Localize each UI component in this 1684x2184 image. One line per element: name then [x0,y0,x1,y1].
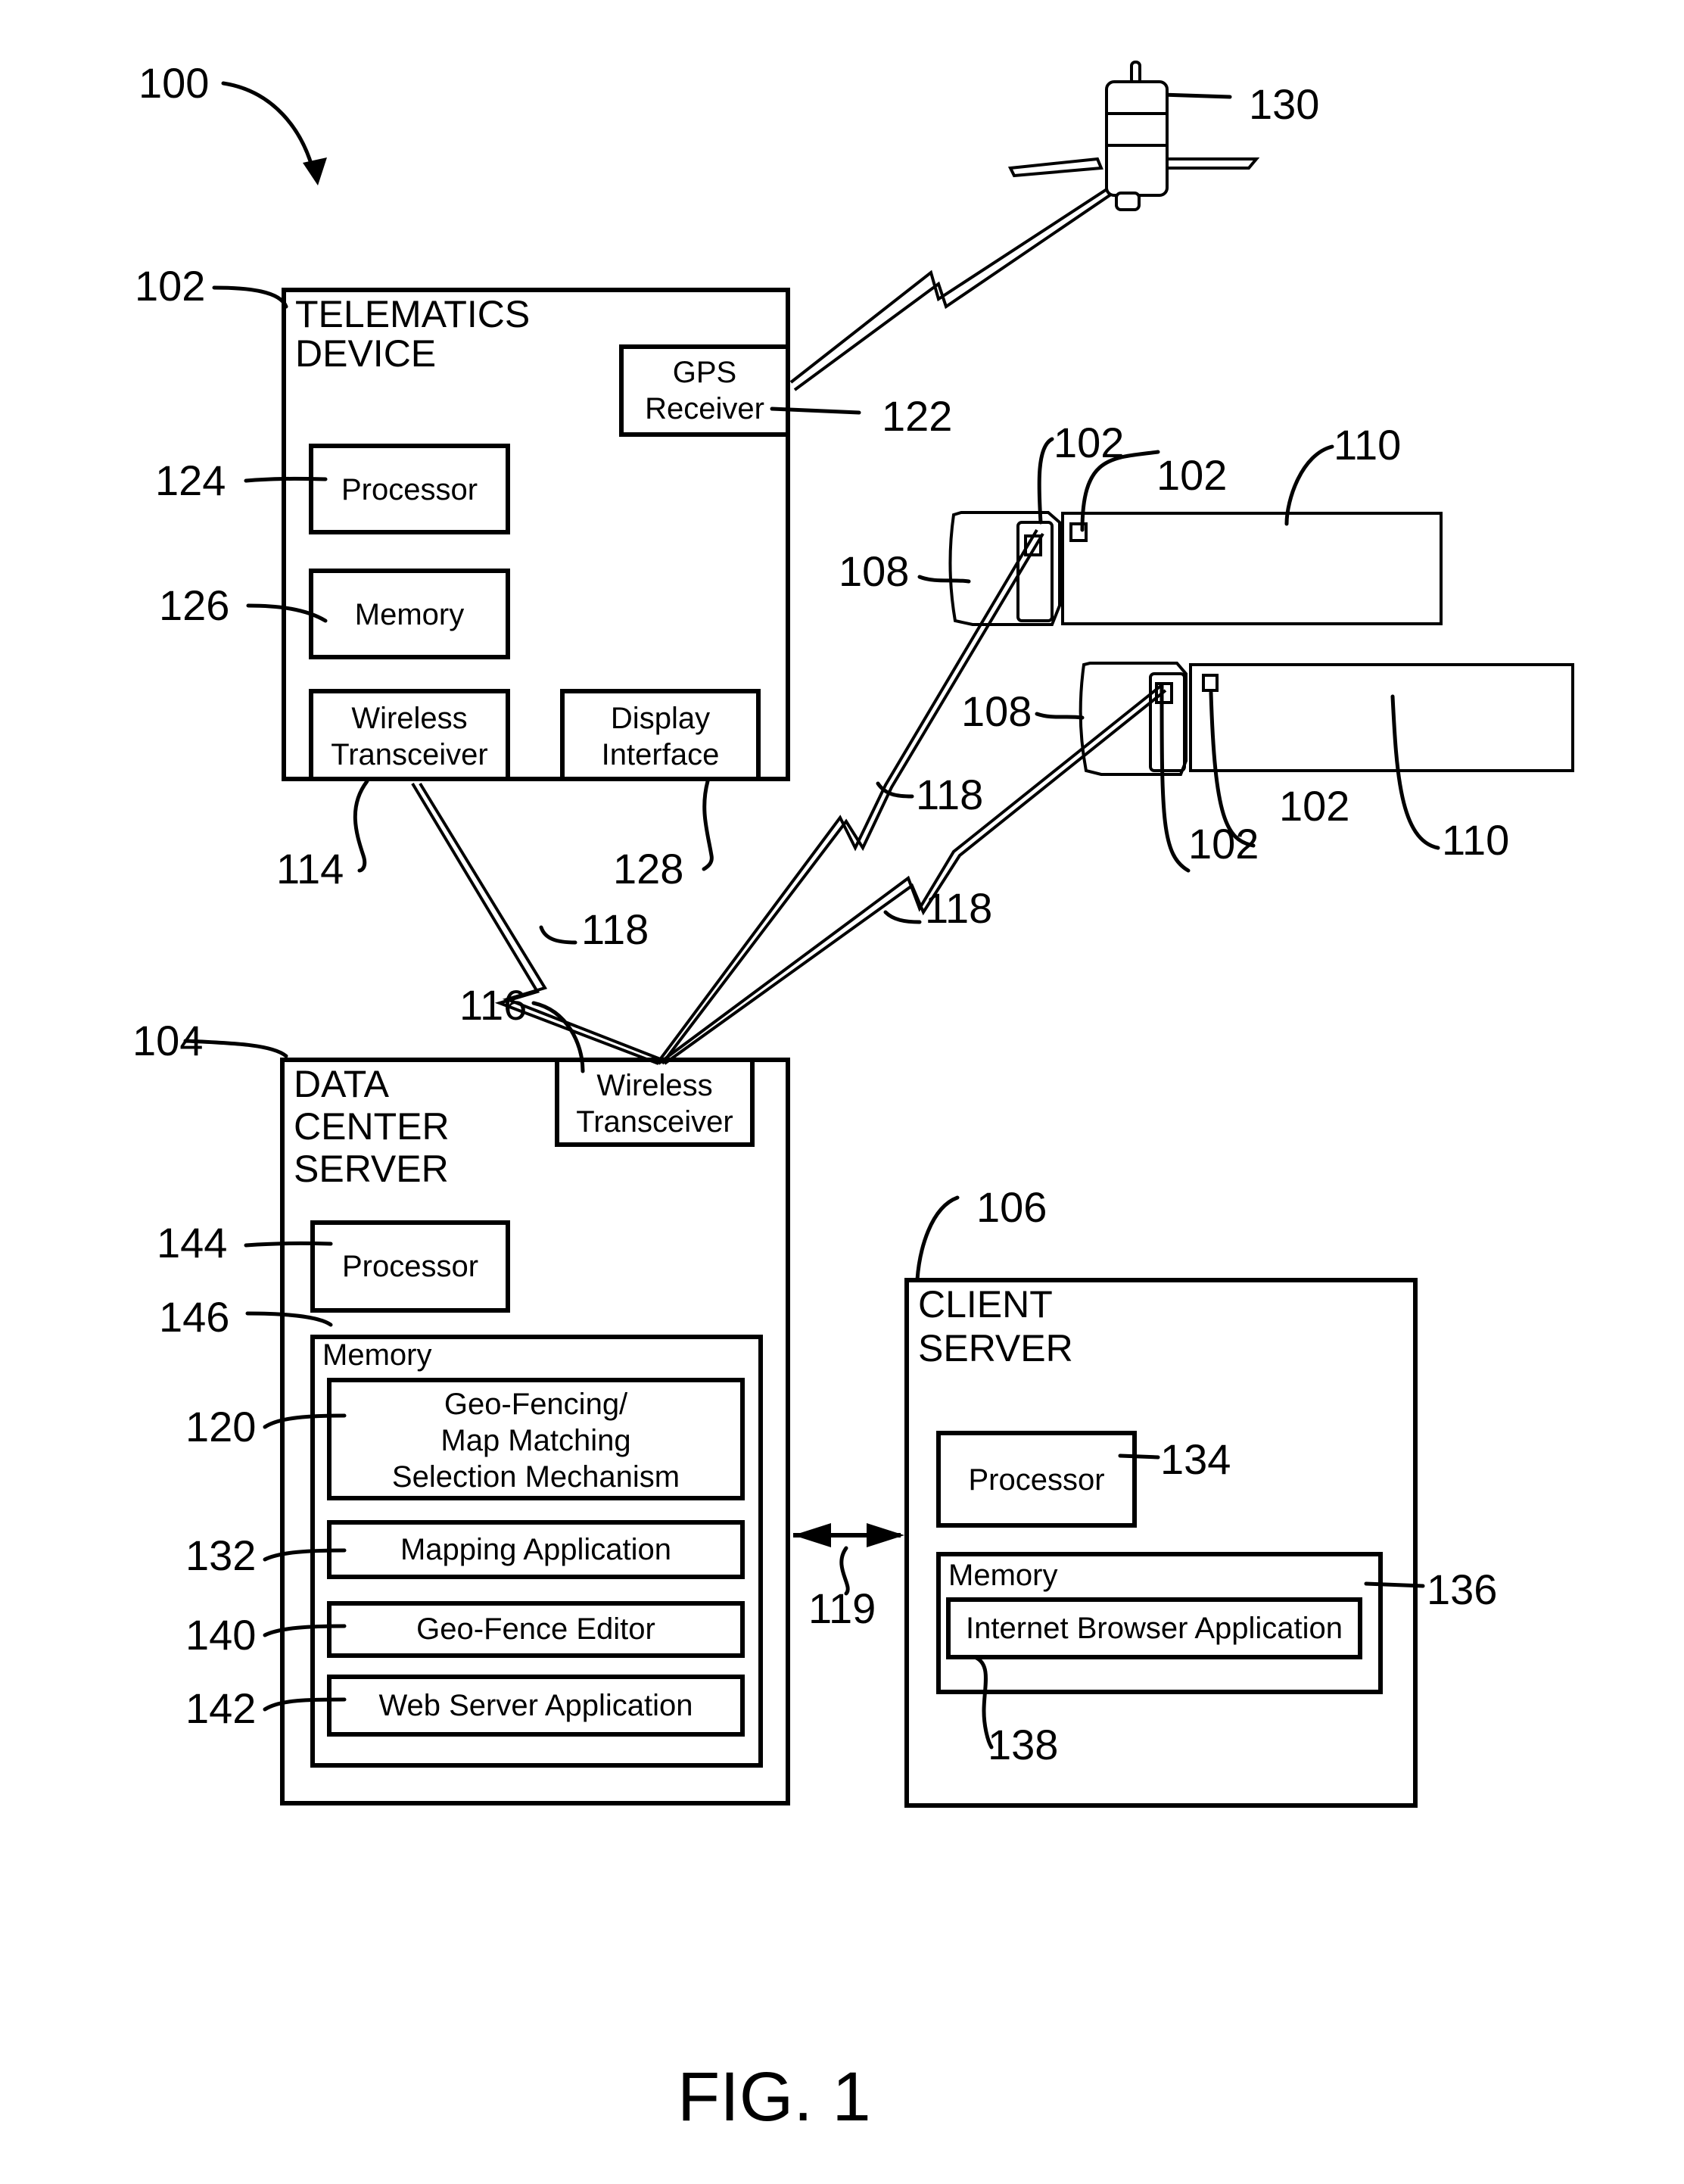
ref-gps-receiver: 122 [882,392,953,440]
geofencing-line1: Geo-Fencing/ [444,1388,628,1421]
dc-transceiver-line2: Transceiver [576,1105,733,1139]
geofencing-module-box: Geo-Fencing/ Map Matching Selection Mech… [327,1378,745,1500]
ref-link-truck1: 118 [916,771,984,818]
ref-web-server-app: 142 [185,1684,257,1732]
telematics-transceiver-line2: Transceiver [331,738,488,771]
ref-display-interface: 128 [613,845,684,893]
client-processor-box: Processor [936,1431,1137,1528]
web-server-app-box: Web Server Application [327,1675,745,1737]
gps-receiver-line1: GPS [672,356,737,389]
ref-trailer-v2: 110 [1442,816,1510,864]
leader-102-telematics [212,285,288,309]
client-memory-label: Memory [948,1559,1058,1592]
browser-app-label: Internet Browser Application [965,1612,1343,1645]
mapping-app-box: Mapping Application [327,1520,745,1579]
ref-client-server: 106 [976,1183,1047,1231]
telematics-transceiver-line1: Wireless [351,702,468,735]
system-ref-arrowhead [303,157,327,185]
tractor-108-bottom [1079,662,1188,776]
telematics-transceiver-box: Wireless Transceiver [309,689,510,781]
geofencing-line2: Map Matching [440,1424,631,1457]
ref-satellite: 130 [1249,80,1320,128]
dc-title-line2: CENTER [294,1105,450,1148]
device-102-trailer-bottom [1202,674,1219,692]
ref-trailer-v1: 110 [1334,421,1402,469]
geofence-editor-box: Geo-Fence Editor [327,1601,745,1658]
leader-102-v1a [1037,437,1054,525]
figure-caption: FIG. 1 [677,2058,871,2136]
telematics-processor-box: Processor [309,444,510,534]
telematics-processor-label: Processor [341,473,478,506]
tractor-108-top [948,511,1061,626]
dc-transceiver-box: Wireless Transceiver [555,1058,755,1147]
leader-118-c [883,910,922,924]
ref-link-truck2: 118 [925,884,993,932]
leader-118-a [539,925,577,945]
mapping-app-label: Mapping Application [400,1533,672,1566]
ref-device-v2a: 102 [1188,820,1259,868]
ref-device-v1b: 102 [1156,451,1228,499]
leader-108-top [917,575,971,584]
client-title-line2: SERVER [918,1327,1073,1369]
web-server-app-label: Web Server Application [378,1689,693,1722]
ref-system: 100 [139,59,210,107]
ref-telematics-transceiver: 114 [276,845,344,893]
geofencing-line3: Selection Mechanism [391,1460,680,1494]
connector-lines [183,61,1574,1749]
geofence-editor-label: Geo-Fence Editor [416,1612,655,1646]
leader-106 [915,1195,960,1282]
ref-connection: 119 [808,1584,876,1632]
leader-130 [1160,92,1232,99]
ref-telematics-memory: 126 [159,581,230,629]
dc-processor-box: Processor [310,1220,510,1313]
telematics-title-line2: DEVICE [295,332,437,375]
telematics-title-line1: TELEMATICS [295,293,531,335]
ref-dc-transceiver: 116 [459,981,528,1029]
ref-link-telematics: 118 [581,905,649,953]
browser-app-box: Internet Browser Application [946,1597,1362,1659]
trailer-110-bottom [1189,663,1574,772]
client-title-line1: CLIENT [918,1283,1053,1326]
ref-device-v2b: 102 [1279,782,1350,830]
display-interface-line1: Display [610,702,711,735]
ref-geofencing-module: 120 [185,1403,257,1450]
ref-dc-processor: 144 [157,1219,228,1266]
ref-dc-memory: 146 [159,1293,230,1341]
ref-device-v1a: 102 [1054,419,1125,466]
ref-data-center: 104 [132,1017,204,1064]
ref-client-memory: 136 [1427,1566,1498,1613]
ref-mapping-app: 132 [185,1531,257,1579]
leader-108-bottom [1035,712,1085,720]
dc-transceiver-line1: Wireless [596,1069,713,1102]
client-processor-label: Processor [968,1463,1105,1497]
link-satellite-gps [789,184,1120,391]
display-interface-box: Display Interface [560,689,761,781]
leader-128 [702,779,714,871]
gps-receiver-line2: Receiver [645,392,764,425]
ref-tractor-v1: 108 [839,547,910,595]
dc-memory-label: Memory [322,1338,432,1372]
system-ref-arrow [221,81,316,176]
satellite-icon [1007,61,1260,211]
telematics-memory-box: Memory [309,569,510,659]
display-interface-line2: Interface [601,738,720,771]
ref-telematics: 102 [135,262,206,310]
dc-processor-label: Processor [341,1250,479,1283]
telematics-memory-label: Memory [354,598,465,631]
dc-title-line1: DATA [294,1063,389,1105]
ref-tractor-v2: 108 [961,687,1032,735]
ref-geofence-editor: 140 [185,1611,257,1659]
leader-114 [353,779,369,873]
client-server-box: CLIENT SERVER [904,1278,1418,1808]
gps-receiver-box: GPS Receiver [619,344,790,437]
dc-title-line3: SERVER [294,1148,449,1190]
ref-telematics-processor: 124 [155,456,226,504]
connection-arrow-119 [793,1523,904,1547]
trailer-110-top [1061,512,1443,625]
